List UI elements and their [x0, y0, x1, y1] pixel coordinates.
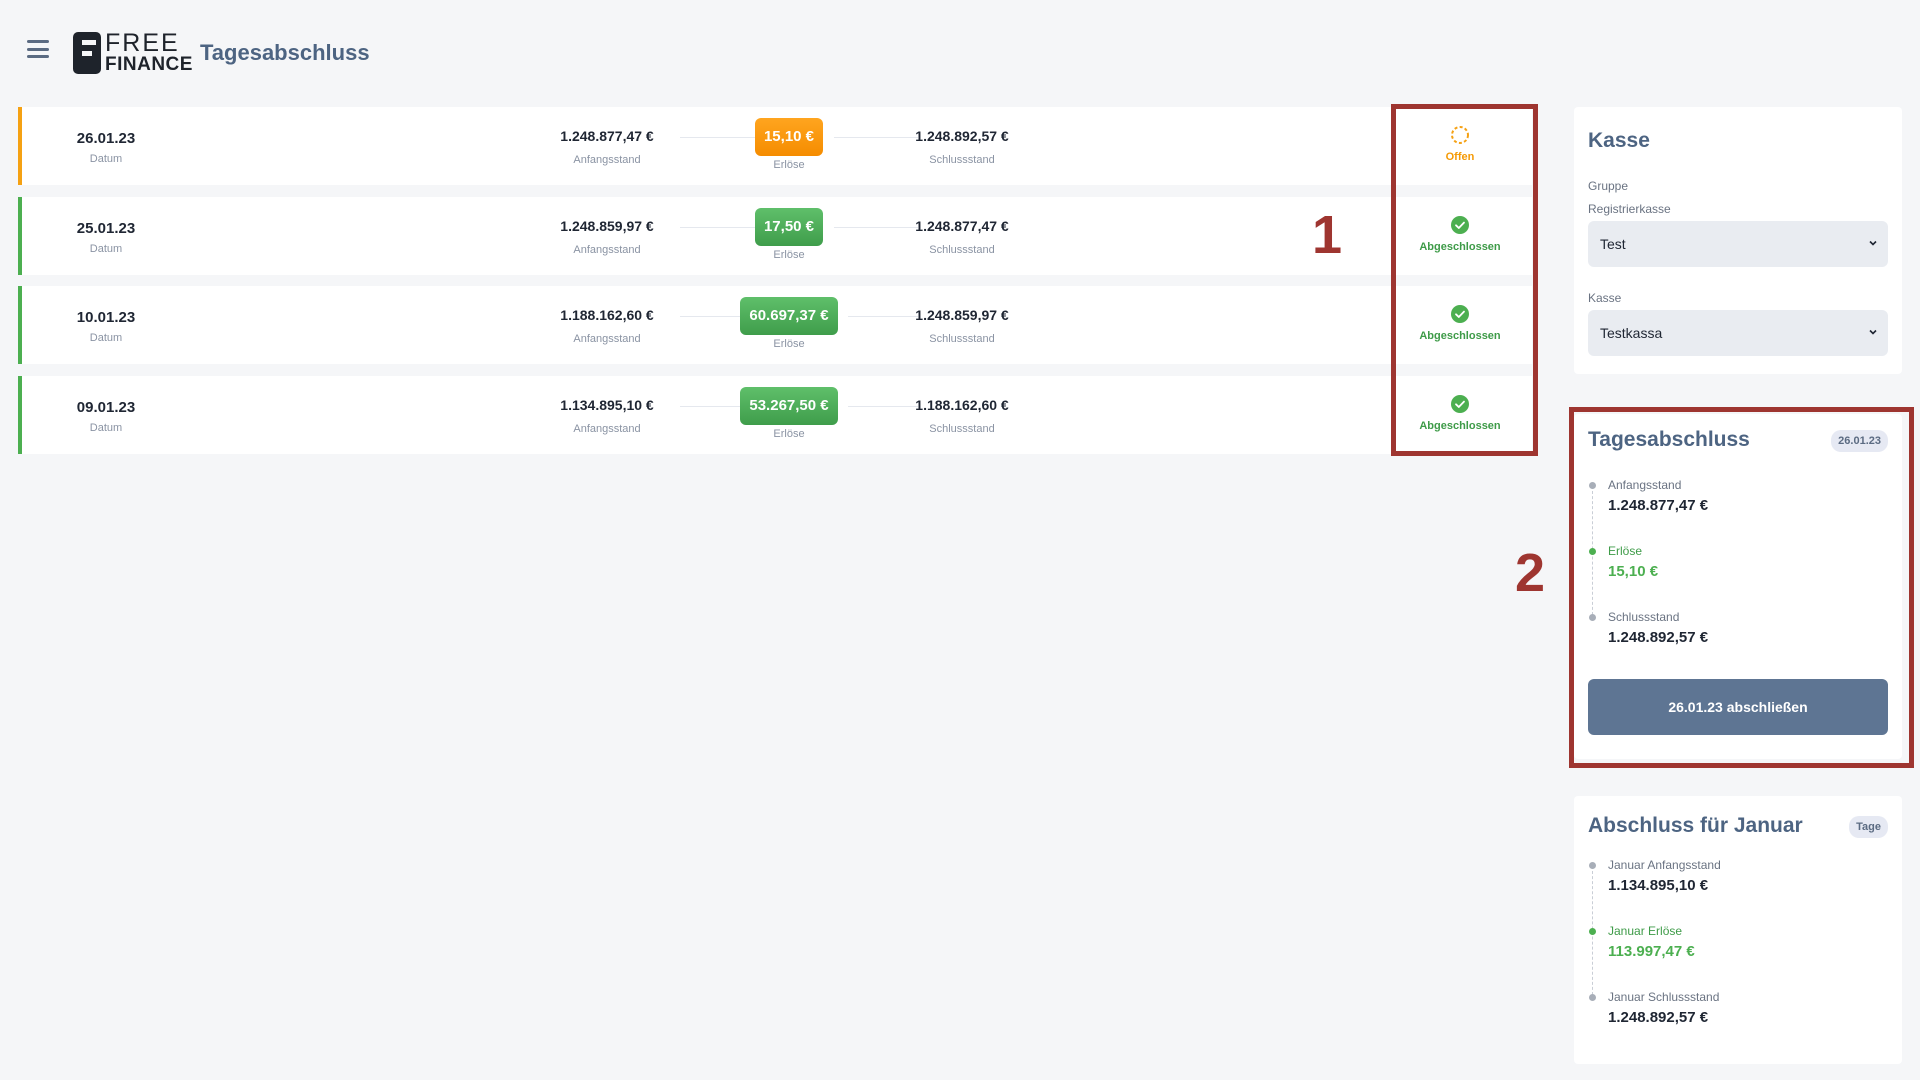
row-date: 09.01.23 — [76, 399, 136, 416]
row-start-label: Anfangsstand — [573, 423, 641, 435]
row-status: Offen — [1445, 151, 1475, 163]
row-revenue-badge: 60.697,37 € — [740, 297, 838, 335]
kasse-panel-title: Kasse — [1588, 129, 1650, 152]
table-row[interactable]: 09.01.23 Datum 1.134.895,10 € Anfangssta… — [18, 376, 1532, 454]
row-start-value: 1.248.859,97 € — [560, 218, 654, 234]
summary-date-badge: 26.01.23 — [1831, 430, 1888, 452]
page-title: Tagesabschluss — [200, 40, 370, 65]
row-revenue-badge: 53.267,50 € — [740, 387, 838, 425]
row-date: 26.01.23 — [76, 130, 136, 147]
row-start-value: 1.134.895,10 € — [560, 397, 654, 413]
row-revenue-label: Erlöse — [773, 428, 805, 440]
row-revenue-label: Erlöse — [773, 159, 805, 171]
row-date-label: Datum — [89, 332, 123, 344]
row-start-label: Anfangsstand — [573, 244, 641, 256]
check-circle-icon — [1451, 305, 1469, 323]
row-status: Abgeschlossen — [1419, 420, 1501, 432]
monthly-summary-panel: Abschluss für Januar Tage Januar Anfangs… — [1574, 796, 1902, 1064]
summary-end-label: Schlussstand — [1608, 610, 1680, 624]
row-end-label: Schlussstand — [929, 154, 995, 166]
kasse-select-value: Testkassa — [1600, 325, 1663, 341]
daily-summary-panel: Tagesabschluss 26.01.23 Anfangsstand 1.2… — [1574, 414, 1902, 759]
row-date-label: Datum — [89, 422, 123, 434]
month-end-label: Januar Schlussstand — [1608, 990, 1720, 1004]
group-label: Gruppe — [1588, 179, 1629, 193]
kasse-label: Kasse — [1588, 291, 1622, 305]
month-revenue-label: Januar Erlöse — [1608, 924, 1683, 938]
row-status: Abgeschlossen — [1419, 241, 1501, 253]
row-status: Abgeschlossen — [1419, 330, 1501, 342]
row-end-value: 1.248.859,97 € — [915, 307, 1009, 323]
row-end-value: 1.248.892,57 € — [915, 128, 1009, 144]
row-start-value: 1.248.877,47 € — [560, 128, 654, 144]
table-row[interactable]: 26.01.23 Datum 1.248.877,47 € Anfangssta… — [18, 107, 1532, 185]
row-date: 10.01.23 — [76, 309, 136, 326]
annotation-number-1: 1 — [1312, 205, 1343, 265]
summary-start-value: 1.248.877,47 € — [1608, 497, 1709, 514]
timeline-dot — [1589, 548, 1596, 555]
kasse-panel: Kasse Gruppe Registrierkasse Test Kasse … — [1574, 107, 1902, 374]
timeline-dot — [1589, 482, 1596, 489]
row-date: 25.01.23 — [76, 220, 136, 237]
summary-revenue-value: 15,10 € — [1608, 563, 1659, 580]
register-select[interactable]: Test — [1588, 221, 1888, 267]
row-revenue-badge: 15,10 € — [754, 118, 824, 156]
row-revenue-label: Erlöse — [773, 338, 805, 350]
row-revenue-badge: 17,50 € — [754, 208, 824, 246]
row-start-label: Anfangsstand — [573, 333, 641, 345]
close-day-button[interactable]: 26.01.23 abschließen — [1588, 679, 1888, 735]
summary-end-value: 1.248.892,57 € — [1608, 629, 1709, 646]
kasse-select[interactable]: Testkassa — [1588, 310, 1888, 356]
row-start-label: Anfangsstand — [573, 154, 641, 166]
table-row[interactable]: 25.01.23 Datum 1.248.859,97 € Anfangssta… — [18, 197, 1532, 275]
logo-text-top: FREE — [105, 29, 180, 57]
row-date-label: Datum — [89, 243, 123, 255]
table-row[interactable]: 10.01.23 Datum 1.188.162,60 € Anfangssta… — [18, 286, 1532, 364]
month-end-value: 1.248.892,57 € — [1608, 1009, 1709, 1026]
timeline-dot — [1589, 928, 1596, 935]
timeline-dot — [1589, 862, 1596, 869]
freefinance-logo[interactable]: FREE FINANCE — [73, 29, 192, 76]
chevron-down-icon — [1869, 240, 1877, 246]
summary-revenue-label: Erlöse — [1608, 544, 1643, 558]
row-end-value: 1.188.162,60 € — [915, 397, 1009, 413]
month-start-label: Januar Anfangsstand — [1608, 858, 1721, 872]
app-header: FREE FINANCE Tagesabschluss — [0, 0, 1920, 105]
row-end-label: Schlussstand — [929, 244, 995, 256]
logo-mark-icon — [73, 32, 101, 74]
chevron-down-icon — [1869, 329, 1877, 335]
month-days-badge: Tage — [1849, 816, 1888, 838]
check-circle-icon — [1451, 395, 1469, 413]
month-revenue-value: 113.997,47 € — [1608, 943, 1695, 960]
row-revenue-label: Erlöse — [773, 249, 805, 261]
row-date-label: Datum — [89, 153, 123, 165]
row-end-label: Schlussstand — [929, 333, 995, 345]
timeline-dot — [1589, 614, 1596, 621]
annotation-number-2: 2 — [1515, 543, 1546, 603]
row-start-value: 1.188.162,60 € — [560, 307, 654, 323]
register-label: Registrierkasse — [1588, 202, 1671, 216]
open-status-icon — [1451, 126, 1469, 144]
check-circle-icon — [1451, 216, 1469, 234]
register-select-value: Test — [1600, 236, 1626, 252]
month-start-value: 1.134.895,10 € — [1608, 877, 1709, 894]
timeline-dot — [1589, 994, 1596, 1001]
row-end-value: 1.248.877,47 € — [915, 218, 1009, 234]
hamburger-menu-icon[interactable] — [27, 40, 49, 58]
row-end-label: Schlussstand — [929, 423, 995, 435]
logo-text-bottom: FINANCE — [105, 54, 193, 75]
month-panel-title: Abschluss für Januar — [1588, 814, 1803, 837]
summary-start-label: Anfangsstand — [1608, 478, 1682, 492]
